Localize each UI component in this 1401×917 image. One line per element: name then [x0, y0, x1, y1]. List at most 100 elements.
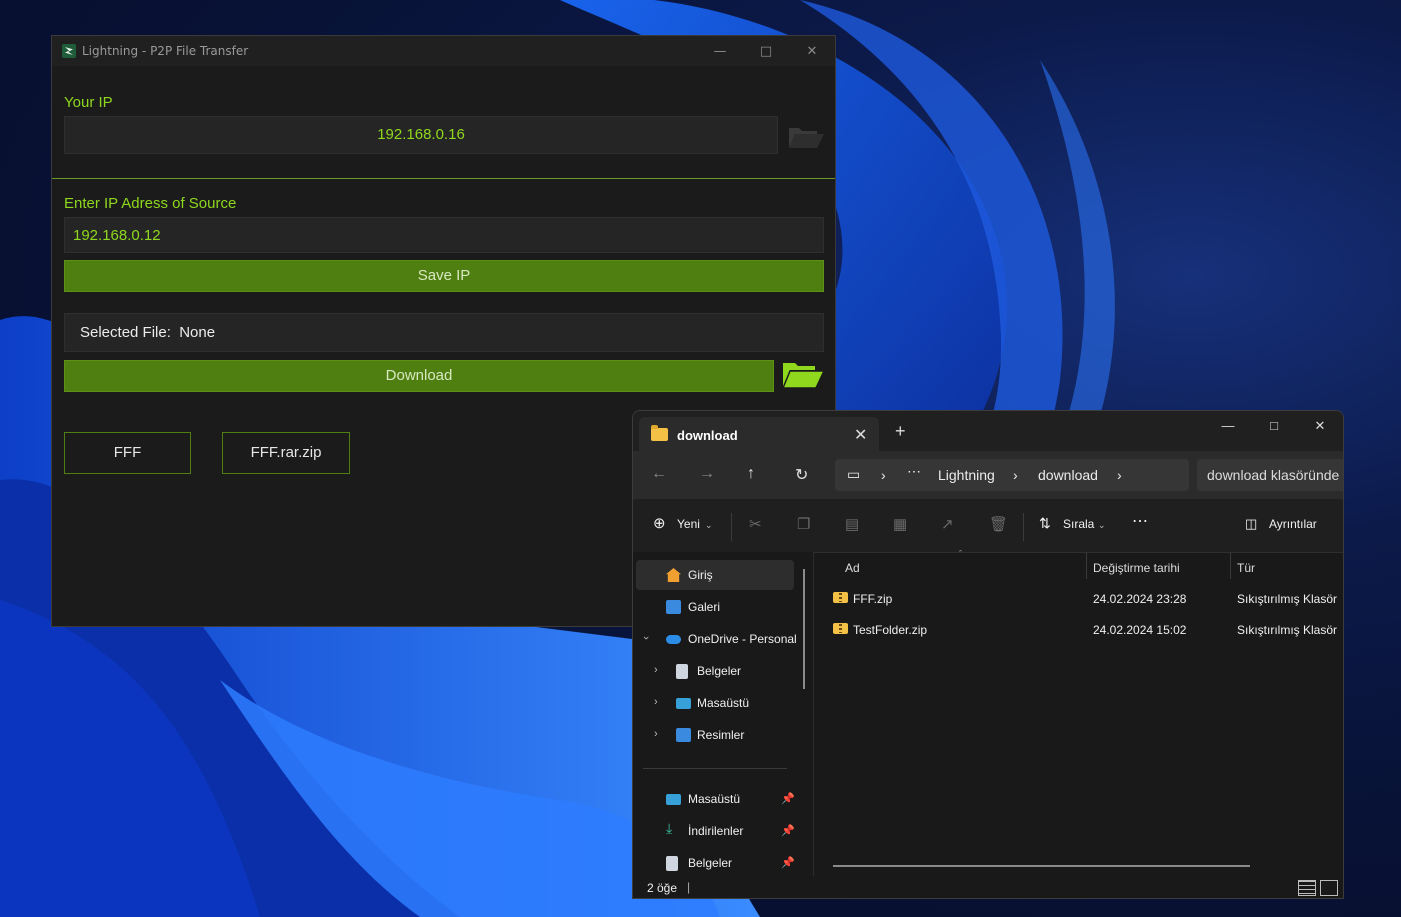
rename-icon[interactable]: ▦ [893, 515, 907, 533]
file-row[interactable]: TestFolder.zip 24.02.2024 15:02 Sıkıştır… [829, 617, 1343, 643]
chevron-right-icon[interactable]: › [654, 664, 658, 676]
sort-button[interactable]: Sırala [1063, 517, 1094, 531]
close-icon[interactable]: ✕ [789, 44, 835, 59]
new-plus-icon[interactable]: ⊕ [653, 514, 666, 532]
nav-scrollbar[interactable] [803, 569, 805, 689]
details-view-icon[interactable] [1298, 880, 1316, 896]
pictures-icon [676, 728, 691, 742]
quick-access-desktop[interactable]: Masaüstü 📌 [636, 784, 795, 814]
column-header-type[interactable]: Tür [1237, 561, 1255, 575]
chevron-down-icon[interactable]: ⌄ [705, 520, 713, 531]
column-header-modified[interactable]: Değiştirme tarihi [1093, 561, 1180, 575]
sort-ascending-icon: ˆ [959, 549, 962, 559]
large-icons-view-icon[interactable] [1320, 880, 1338, 896]
file-type: Sıkıştırılmış Klasör [1237, 592, 1338, 606]
source-ip-input[interactable]: 192.168.0.12 [64, 217, 824, 253]
nav-item-label: OneDrive - Personal [688, 632, 797, 646]
lightning-window-title: Lightning - P2P File Transfer [82, 44, 249, 58]
refresh-icon[interactable]: ↻ [795, 465, 808, 485]
save-ip-button[interactable]: Save IP [64, 260, 824, 292]
chevron-right-icon[interactable]: › [1117, 467, 1122, 483]
minimize-icon[interactable]: — [1205, 411, 1251, 441]
new-tab-icon[interactable]: + [895, 422, 906, 440]
home-icon [666, 568, 681, 582]
zip-folder-icon [833, 623, 848, 634]
nav-item-pictures[interactable]: › Resimler [636, 720, 794, 750]
file-button-fff-rar-zip[interactable]: FFF.rar.zip [222, 432, 350, 474]
status-bar: 2 öğe | [633, 876, 1343, 898]
selected-file-label: Selected File: None [80, 324, 216, 341]
explorer-command-bar: ⊕ Yeni ⌄ ✂ ❐ ▤ ▦ ↗ 🗑 ⇅ Sırala ⌄ ⋯ ◫ Ayrı… [633, 499, 1343, 553]
pin-icon[interactable]: 📌 [781, 792, 795, 805]
pin-icon[interactable]: 📌 [781, 856, 795, 869]
nav-item-home[interactable]: Giriş [636, 560, 794, 590]
back-arrow-icon[interactable]: ← [651, 465, 667, 483]
source-ip-value: 192.168.0.12 [73, 227, 161, 244]
nav-item-label: Resimler [697, 728, 745, 742]
file-modified: 24.02.2024 23:28 [1093, 592, 1187, 606]
file-modified: 24.02.2024 15:02 [1093, 623, 1187, 637]
sort-icon[interactable]: ⇅ [1039, 515, 1051, 532]
maximize-icon[interactable]: □ [1251, 411, 1297, 441]
quick-access-downloads[interactable]: ⤓ İndirilenler 📌 [636, 816, 795, 846]
column-separator[interactable] [1230, 553, 1231, 579]
file-row[interactable]: FFF.zip 24.02.2024 23:28 Sıkıştırılmış K… [829, 586, 1343, 612]
details-pane-icon[interactable]: ◫ [1245, 516, 1257, 532]
copy-icon[interactable]: ❐ [797, 515, 810, 533]
chevron-right-icon[interactable]: › [654, 728, 658, 740]
your-ip-value: 192.168.0.16 [377, 126, 465, 143]
download-button[interactable]: Download [64, 360, 774, 392]
new-button[interactable]: Yeni [677, 517, 700, 531]
forward-arrow-icon[interactable]: → [699, 465, 715, 483]
documents-icon [676, 664, 688, 679]
nav-item-onedrive[interactable]: › OneDrive - Personal [636, 624, 797, 654]
nav-item-label: Giriş [688, 568, 713, 582]
chevron-down-icon[interactable]: › [640, 636, 652, 640]
selected-file-field: Selected File: None [64, 313, 824, 352]
file-button-fff[interactable]: FFF [64, 432, 191, 474]
section-divider [52, 178, 835, 179]
more-options-icon[interactable]: ⋯ [1132, 511, 1148, 531]
downloads-icon: ⤓ [666, 820, 673, 836]
nav-item-documents[interactable]: › Belgeler [636, 656, 794, 686]
zip-folder-icon [833, 592, 848, 603]
maximize-icon[interactable]: □ [743, 44, 789, 59]
nav-divider [643, 768, 787, 769]
nav-item-label: Belgeler [688, 856, 733, 870]
source-ip-label: Enter IP Adress of Source [64, 195, 237, 212]
search-placeholder: download klasöründe [1207, 467, 1340, 483]
up-arrow-icon[interactable]: ↑ [747, 465, 755, 483]
explorer-navbar: ← → ↑ ↻ ▭ › ⋯ Lightning › download › dow… [633, 451, 1343, 499]
more-breadcrumb-icon[interactable]: ⋯ [907, 463, 921, 480]
nav-item-gallery[interactable]: Galeri [636, 592, 794, 622]
details-button[interactable]: Ayrıntılar [1269, 517, 1317, 531]
minimize-icon[interactable]: — [697, 44, 743, 59]
tab-download[interactable]: download ✕ [639, 417, 879, 451]
nav-item-label: İndirilenler [688, 824, 744, 838]
nav-item-desktop[interactable]: › Masaüstü [636, 688, 794, 718]
pin-icon[interactable]: 📌 [781, 824, 795, 837]
chevron-right-icon[interactable]: › [654, 696, 658, 708]
nav-item-label: Belgeler [697, 664, 742, 678]
breadcrumb-lightning[interactable]: Lightning [938, 467, 995, 483]
chevron-right-icon: › [1013, 467, 1018, 483]
horizontal-scrollbar[interactable] [833, 865, 1250, 867]
chevron-down-icon[interactable]: ⌄ [1098, 520, 1106, 531]
lightning-app-icon [62, 44, 76, 58]
paste-icon[interactable]: ▤ [845, 515, 859, 533]
search-box[interactable]: download klasöründe [1197, 459, 1343, 491]
onedrive-icon [666, 635, 681, 644]
lightning-titlebar[interactable]: Lightning - P2P File Transfer — □ ✕ [52, 36, 835, 66]
cut-icon[interactable]: ✂ [749, 515, 762, 533]
address-bar[interactable]: ▭ › ⋯ Lightning › download › [835, 459, 1189, 491]
share-icon[interactable]: ↗ [941, 515, 954, 533]
breadcrumb-download[interactable]: download [1038, 467, 1098, 483]
column-separator[interactable] [1086, 553, 1087, 579]
delete-icon[interactable]: 🗑 [989, 515, 1008, 533]
quick-access-documents[interactable]: Belgeler 📌 [636, 848, 795, 878]
open-folder-icon[interactable] [781, 359, 826, 391]
tab-close-icon[interactable]: ✕ [854, 425, 867, 445]
close-icon[interactable]: ✕ [1297, 411, 1343, 441]
column-header-name[interactable]: Ad [845, 561, 860, 575]
status-separator: | [687, 880, 691, 894]
